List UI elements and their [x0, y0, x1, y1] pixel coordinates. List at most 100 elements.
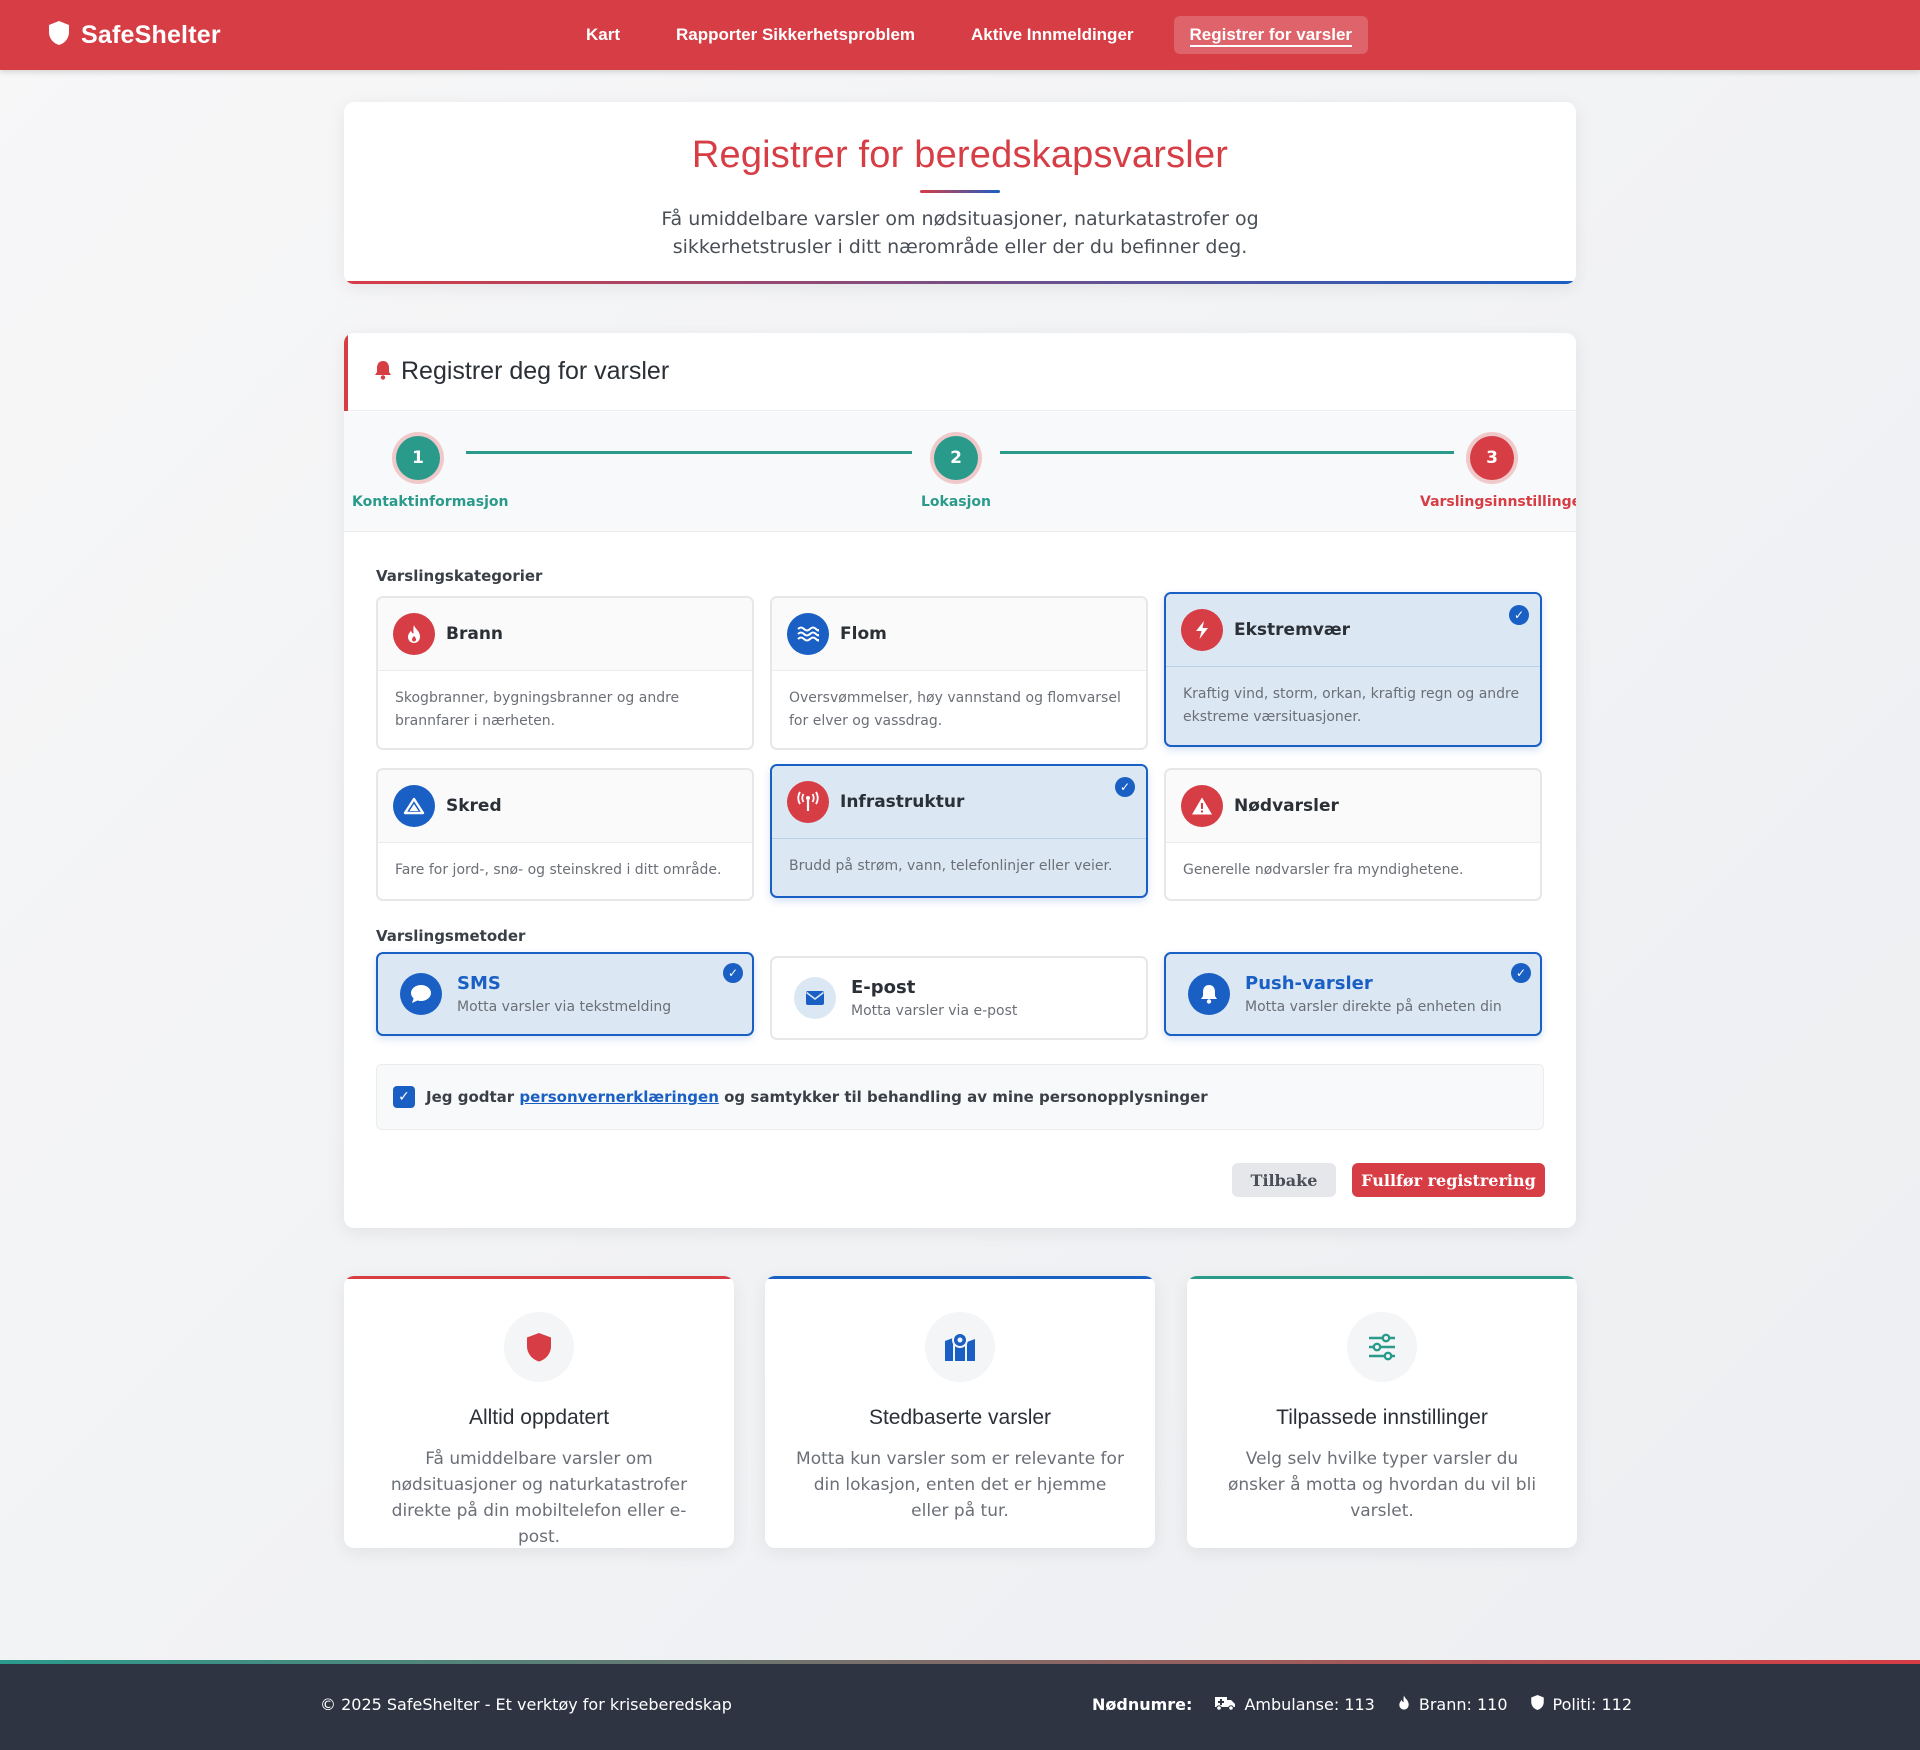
category-header: Brann	[378, 598, 752, 671]
page-subtitle: Få umiddelbare varsler om nødsituasjoner…	[661, 208, 1259, 258]
category-header: Skred	[378, 770, 752, 843]
category-card-infrastruktur[interactable]: Infrastruktur Brudd på strøm, vann, tele…	[770, 764, 1148, 898]
bell-icon	[374, 360, 392, 384]
step-connector	[1000, 451, 1454, 454]
step-label: Varslingsinnstillinger	[1420, 494, 1576, 510]
privacy-policy-link[interactable]: personvernerklæringen	[519, 1088, 718, 1106]
method-title: SMS	[457, 973, 501, 994]
category-card-ekstremvaer[interactable]: Ekstremvær Kraftig vind, storm, orkan, k…	[1164, 592, 1542, 747]
method-card-push[interactable]: Push-varsler Motta varsler direkte på en…	[1164, 952, 1542, 1036]
step-connector	[466, 451, 912, 454]
category-description: Generelle nødvarsler fra myndighetene.	[1183, 862, 1464, 878]
method-card-epost[interactable]: E-post Motta varsler via e-post	[770, 956, 1148, 1040]
method-title: Push-varsler	[1245, 973, 1373, 994]
consent-text: Jeg godtar personvernerklæringen og samt…	[426, 1088, 1208, 1106]
shield-icon	[47, 20, 71, 50]
categories-label: Varslingskategorier	[376, 567, 543, 585]
map-icon	[925, 1312, 995, 1382]
category-header: Flom	[772, 598, 1146, 671]
shield-icon	[1530, 1694, 1545, 1715]
selected-check-icon: ✓	[1115, 777, 1135, 797]
nav-item-kart[interactable]: Kart	[570, 16, 636, 54]
category-header: Ekstremvær	[1166, 594, 1540, 667]
bell-icon	[1188, 973, 1230, 1015]
category-title: Infrastruktur	[840, 792, 965, 812]
category-header: Infrastruktur	[772, 766, 1146, 839]
fire-icon	[393, 613, 435, 655]
water-icon	[787, 613, 829, 655]
consent-checkbox[interactable]: ✓	[393, 1086, 415, 1108]
consent-suffix: og samtykker til behandling av mine pers…	[724, 1088, 1208, 1106]
category-description: Fare for jord-, snø- og steinskred i dit…	[395, 862, 722, 878]
page-title: Registrer for beredskapsvarsler	[691, 134, 1229, 176]
top-navbar: SafeShelter Kart Rapporter Sikkerhetspro…	[0, 0, 1920, 70]
category-card-flom[interactable]: Flom Oversvømmelser, høy vannstand og fl…	[770, 596, 1148, 750]
category-title: Ekstremvær	[1234, 620, 1351, 640]
emergency-label: Nødnumre:	[1092, 1695, 1193, 1714]
feature-accent	[765, 1276, 1155, 1279]
methods-label: Varslingsmetoder	[376, 927, 526, 945]
step-number: 2	[934, 436, 978, 480]
brand-logo[interactable]: SafeShelter	[47, 20, 221, 50]
step-label: Lokasjon	[920, 494, 991, 510]
category-title: Skred	[446, 796, 502, 816]
tower-icon	[787, 781, 829, 823]
accent-bar	[344, 333, 348, 411]
complete-registration-button[interactable]: Fullfør registrering	[1352, 1163, 1545, 1197]
back-button[interactable]: Tilbake	[1232, 1163, 1336, 1197]
title-underline	[920, 190, 1000, 193]
hero-card: Registrer for beredskapsvarsler Få umidd…	[344, 102, 1576, 284]
emergency-ambulance[interactable]: Ambulanse: 113	[1214, 1695, 1375, 1715]
category-title: Flom	[840, 624, 887, 644]
category-description: Kraftig vind, storm, orkan, kraftig regn…	[1183, 686, 1520, 725]
registration-card: Registrer deg for varsler 1 Kontaktinfor…	[344, 333, 1576, 1228]
method-description: Motta varsler via e-post	[851, 1003, 1018, 1019]
selected-check-icon: ✓	[1509, 605, 1529, 625]
feature-title: Alltid oppdatert	[468, 1406, 610, 1429]
category-description: Brudd på strøm, vann, telefonlinjer elle…	[789, 858, 1113, 874]
envelope-icon	[794, 977, 836, 1019]
footer: © 2025 SafeShelter - Et verktøy for kris…	[0, 1660, 1920, 1750]
feature-card-tilpassede-innstillinger: Tilpassede innstillinger Velg selv hvilk…	[1187, 1276, 1577, 1548]
feature-accent	[344, 1276, 734, 1279]
lightning-icon	[1181, 609, 1223, 651]
category-description: Oversvømmelser, høy vannstand og flomvar…	[789, 690, 1121, 729]
feature-description: Motta kun varsler som er relevante for d…	[796, 1449, 1124, 1521]
registration-header: Registrer deg for varsler	[344, 333, 1576, 411]
sliders-icon	[1347, 1312, 1417, 1382]
consent-prefix: Jeg godtar	[426, 1088, 515, 1106]
nav-item-rapporter[interactable]: Rapporter Sikkerhetsproblem	[660, 16, 931, 54]
feature-description: Velg selv hvilke typer varsler du ønsker…	[1227, 1449, 1537, 1521]
selected-check-icon: ✓	[1511, 963, 1531, 983]
feature-description: Få umiddelbare varsler om nødsituasjoner…	[390, 1449, 688, 1547]
emergency-fire[interactable]: Brann: 110	[1397, 1694, 1508, 1715]
step-number: 1	[396, 436, 440, 480]
category-header: Nødvarsler	[1166, 770, 1540, 843]
registration-title: Registrer deg for varsler	[401, 357, 670, 385]
method-description: Motta varsler via tekstmelding	[457, 999, 672, 1015]
feature-title: Tilpassede innstillinger	[1276, 1406, 1488, 1429]
feature-accent	[1187, 1276, 1577, 1279]
step-number: 3	[1470, 436, 1514, 480]
emergency-police[interactable]: Politi: 112	[1530, 1694, 1633, 1715]
consent-box: ✓ Jeg godtar personvernerklæringen og sa…	[376, 1064, 1544, 1130]
step-label: Kontaktinformasjon	[352, 494, 509, 510]
shield-icon	[504, 1312, 574, 1382]
category-card-brann[interactable]: Brann Skogbranner, bygningsbranner og an…	[376, 596, 754, 750]
police-number: Politi: 112	[1552, 1695, 1633, 1714]
nav-item-registrer[interactable]: Registrer for varsler	[1173, 16, 1369, 54]
method-card-sms[interactable]: SMS Motta varsler via tekstmelding ✓	[376, 952, 754, 1036]
method-title: E-post	[851, 977, 916, 998]
warning-icon	[1181, 785, 1223, 827]
method-description: Motta varsler direkte på enheten din	[1245, 999, 1502, 1015]
fire-number: Brann: 110	[1418, 1695, 1508, 1714]
nav-item-aktive-innmeldinger[interactable]: Aktive Innmeldinger	[955, 16, 1149, 54]
step-2: 2 Lokasjon	[894, 436, 1018, 510]
step-1: 1 Kontaktinformasjon	[352, 436, 509, 510]
chat-icon	[400, 973, 442, 1015]
category-card-skred[interactable]: Skred Fare for jord-, snø- og steinskred…	[376, 768, 754, 901]
category-title: Nødvarsler	[1234, 796, 1339, 816]
footer-accent	[0, 1660, 1920, 1664]
category-title: Brann	[446, 624, 504, 644]
category-card-nodvarsler[interactable]: Nødvarsler Generelle nødvarsler fra mynd…	[1164, 768, 1542, 901]
